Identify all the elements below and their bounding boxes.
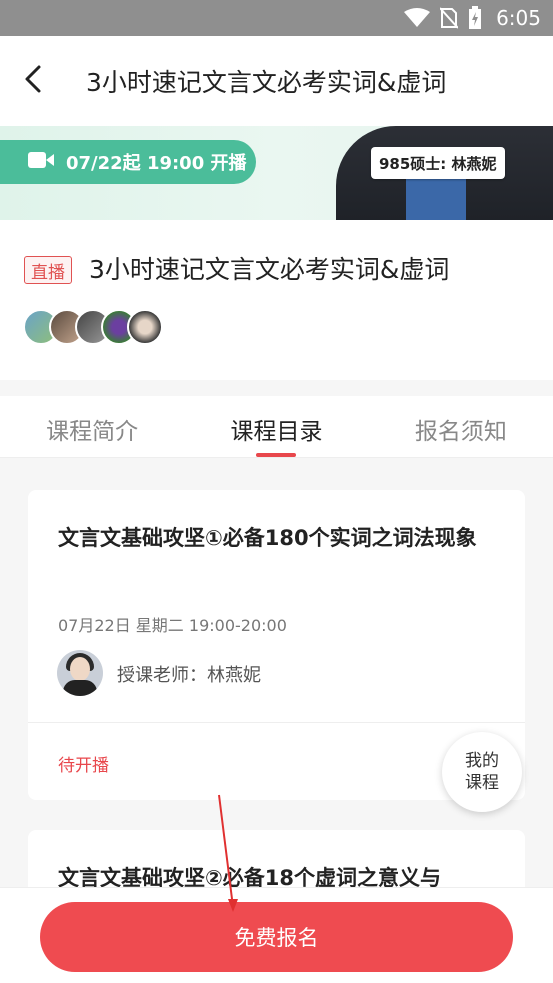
lesson-status: 待开播	[58, 756, 109, 776]
free-enroll-button[interactable]: 免费报名	[40, 902, 513, 972]
schedule-pill: 07/22起 19:00 开播	[0, 140, 256, 184]
chevron-left-icon	[23, 64, 43, 98]
teacher-label: 授课老师：林燕妮	[117, 665, 261, 686]
avatar	[127, 309, 163, 345]
divider	[28, 722, 525, 723]
schedule-text: 07/22起 19:00 开播	[66, 153, 247, 174]
battery-charging-icon	[468, 6, 482, 30]
lesson-date: 07月22日 星期二 19:00-20:00	[58, 616, 287, 635]
nav-title: 3小时速记文言文必考实词&虚词	[86, 68, 447, 97]
my-courses-label-2: 课程	[465, 773, 499, 793]
wifi-icon	[404, 8, 431, 28]
enrolled-avatars[interactable]	[23, 309, 163, 345]
video-camera-icon	[28, 151, 54, 174]
live-badge: 直播	[24, 256, 72, 284]
tab-catalog[interactable]: 课程目录	[184, 396, 368, 457]
lesson-title: 文言文基础攻坚①必备180个实词之词法现象	[58, 526, 477, 550]
tab-bar: 课程简介 课程目录 报名须知	[0, 396, 553, 458]
back-button[interactable]	[0, 36, 66, 126]
teacher-avatar	[57, 650, 103, 696]
course-info: 直播 3小时速记文言文必考实词&虚词	[0, 220, 553, 380]
teacher-tag: 985硕士: 林燕妮	[371, 147, 505, 179]
status-bar: 6:05	[0, 0, 553, 36]
no-sim-icon	[440, 7, 459, 29]
status-time: 6:05	[496, 6, 541, 30]
nav-bar: 3小时速记文言文必考实词&虚词	[0, 36, 553, 126]
bottom-bar: 免费报名	[0, 887, 553, 983]
tab-intro[interactable]: 课程简介	[0, 396, 184, 457]
my-courses-label-1: 我的	[465, 751, 499, 771]
my-courses-button[interactable]: 我的 课程	[442, 732, 522, 812]
tab-notice[interactable]: 报名须知	[369, 396, 553, 457]
course-title: 3小时速记文言文必考实词&虚词	[89, 255, 450, 284]
tab-indicator	[256, 453, 297, 457]
